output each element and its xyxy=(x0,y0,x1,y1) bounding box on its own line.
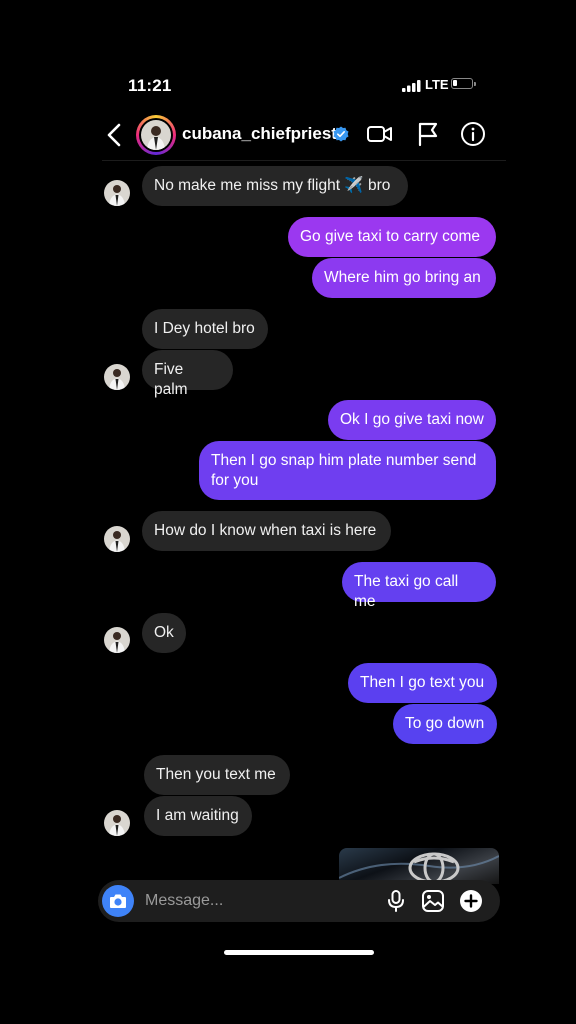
message-outgoing[interactable]: To go down xyxy=(393,704,497,744)
back-icon[interactable] xyxy=(104,122,126,148)
message-incoming[interactable]: No make me miss my flight ✈️ bro xyxy=(142,166,408,206)
message-incoming[interactable]: How do I know when taxi is here xyxy=(142,511,391,551)
message-incoming[interactable]: I am waiting xyxy=(144,796,252,836)
message-outgoing[interactable]: Then I go snap him plate number send for… xyxy=(199,441,496,500)
sender-avatar[interactable] xyxy=(104,810,130,836)
verified-badge-icon xyxy=(333,126,349,142)
message-incoming[interactable]: Ok xyxy=(142,613,186,653)
sender-avatar[interactable] xyxy=(104,526,130,552)
message-input[interactable]: Message... xyxy=(145,892,223,910)
message-outgoing[interactable]: The taxi go call me xyxy=(342,562,496,610)
home-indicator xyxy=(224,950,374,955)
message-incoming[interactable]: Then you text me xyxy=(144,755,290,795)
sender-avatar[interactable] xyxy=(104,180,130,206)
camera-icon xyxy=(110,894,126,908)
message-outgoing[interactable]: Then I go text you xyxy=(348,663,497,703)
microphone-icon[interactable] xyxy=(383,888,409,914)
sender-avatar[interactable] xyxy=(104,627,130,653)
camera-button[interactable] xyxy=(102,885,134,917)
gallery-icon[interactable] xyxy=(420,888,446,914)
chat-username[interactable]: cubana_chiefpriest xyxy=(182,124,337,144)
photo-message[interactable] xyxy=(339,848,499,884)
battery-icon xyxy=(451,78,476,89)
signal-icon xyxy=(402,80,421,92)
video-call-icon[interactable] xyxy=(366,120,394,148)
network-label: LTE xyxy=(425,77,449,92)
message-incoming[interactable]: I Dey hotel bro xyxy=(142,309,268,349)
flag-icon[interactable] xyxy=(414,120,442,148)
status-time: 11:21 xyxy=(128,76,172,95)
header-divider xyxy=(102,160,506,161)
sender-avatar[interactable] xyxy=(104,364,130,390)
message-outgoing[interactable]: Ok I go give taxi now xyxy=(328,400,496,440)
message-outgoing[interactable]: Where him go bring an xyxy=(312,258,496,298)
header-avatar[interactable] xyxy=(136,115,176,155)
add-icon[interactable] xyxy=(458,888,484,914)
message-outgoing[interactable]: Go give taxi to carry come xyxy=(288,217,496,257)
info-icon[interactable] xyxy=(459,120,487,148)
message-incoming[interactable]: Five palm xyxy=(142,350,233,398)
